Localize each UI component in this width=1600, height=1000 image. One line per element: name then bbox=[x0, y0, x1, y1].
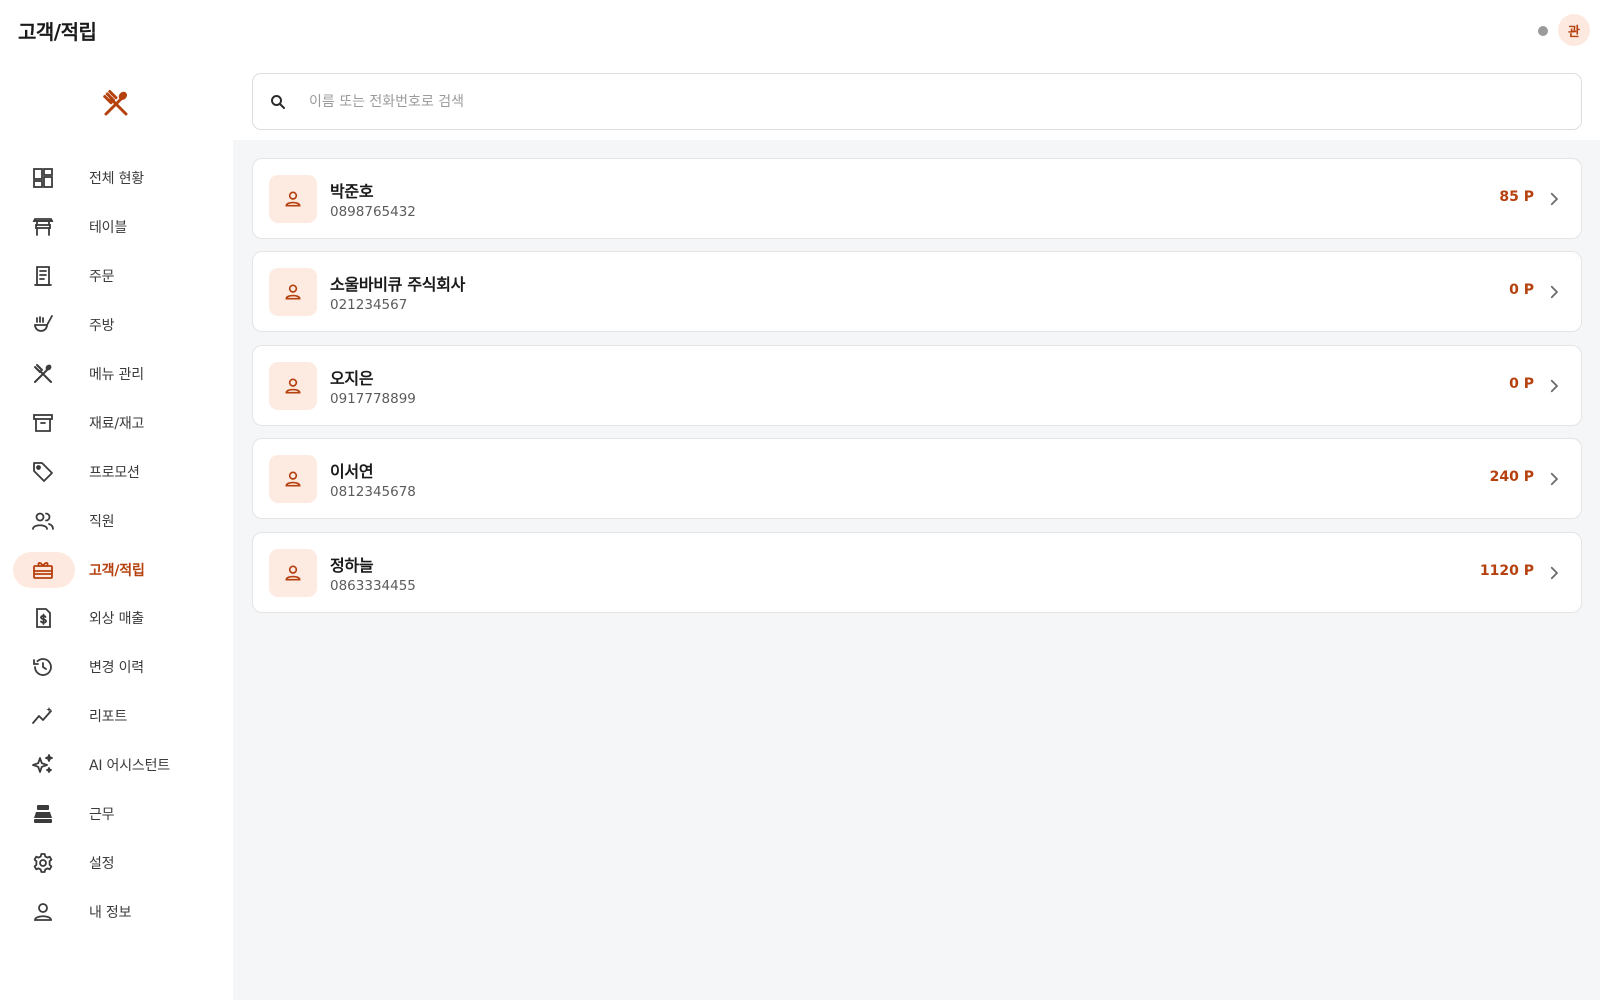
sidebar-item-label: 테이블 bbox=[89, 220, 128, 237]
sidebar-item-label: 외상 매출 bbox=[89, 611, 144, 628]
sidebar-item-shift[interactable]: 근무 bbox=[0, 790, 233, 839]
page-title: 고객/적립 bbox=[18, 20, 97, 44]
customer-card[interactable]: 오지은 0917778899 0 P bbox=[252, 344, 1582, 426]
sparkles-icon bbox=[32, 754, 53, 774]
sidebar-item-history[interactable]: 변경 이력 bbox=[0, 643, 233, 692]
sidebar-item-credit-sales[interactable]: 외상 매출 bbox=[0, 594, 233, 643]
sidebar-item-dashboard[interactable]: 전체 현황 bbox=[0, 154, 233, 203]
status-dot bbox=[1538, 26, 1548, 36]
sidebar-item-label: 직원 bbox=[89, 513, 115, 530]
trend-icon bbox=[32, 707, 52, 725]
customer-name: 소울바비큐 주식회사 bbox=[330, 275, 466, 295]
customer-name: 이서연 bbox=[330, 462, 374, 482]
sidebar-item-label: 설정 bbox=[89, 855, 115, 872]
sidebar-item-tables[interactable]: 테이블 bbox=[0, 203, 233, 252]
sidebar-item-label: 전체 현황 bbox=[89, 171, 144, 188]
sidebar: 전체 현황 테이블 주문 주방 메뉴 관리 재료/재고 프로모션 직원 고객/적… bbox=[0, 62, 233, 1000]
sidebar-item-label: 주문 bbox=[89, 269, 115, 286]
customer-avatar bbox=[269, 175, 317, 223]
customer-name: 오지은 bbox=[330, 368, 374, 388]
search-input[interactable] bbox=[309, 86, 1559, 118]
main-content: 박준호 0898765432 85 P 소울바비큐 주식회사 021234567… bbox=[233, 62, 1600, 1000]
customer-points: 240 P bbox=[1489, 469, 1534, 486]
customer-name: 박준호 bbox=[330, 182, 374, 201]
sidebar-item-label: 재료/재고 bbox=[89, 415, 145, 432]
search-area bbox=[233, 62, 1600, 140]
customer-card[interactable]: 박준호 0898765432 85 P bbox=[252, 158, 1582, 239]
cash-register-icon bbox=[34, 805, 52, 824]
sidebar-item-label: 메뉴 관리 bbox=[89, 367, 144, 383]
customer-phone: 0917778899 bbox=[330, 390, 416, 407]
dashboard-icon bbox=[33, 168, 53, 189]
sidebar-item-label: 고객/적립 bbox=[89, 562, 145, 579]
customer-card[interactable]: 정하늘 0863334455 1120 P bbox=[252, 531, 1582, 613]
customer-phone: 0812345678 bbox=[330, 484, 416, 501]
sidebar-item-my-info[interactable]: 내 정보 bbox=[0, 887, 233, 936]
invoice-dollar-icon bbox=[36, 608, 51, 629]
top-bar: 고객/적립 관 bbox=[0, 0, 1600, 62]
search-icon bbox=[271, 95, 285, 109]
customer-card[interactable]: 소울바비큐 주식회사 021234567 0 P bbox=[252, 251, 1582, 333]
customer-phone: 0863334455 bbox=[330, 577, 416, 594]
customer-points: 0 P bbox=[1509, 375, 1534, 392]
sidebar-item-label: 근무 bbox=[89, 807, 115, 824]
sidebar-item-inventory[interactable]: 재료/재고 bbox=[0, 398, 233, 447]
sidebar-item-report[interactable]: 리포트 bbox=[0, 692, 233, 741]
sidebar-item-orders[interactable]: 주문 bbox=[0, 252, 233, 301]
customer-card[interactable]: 이서연 0812345678 240 P bbox=[252, 438, 1582, 520]
sidebar-item-label: 변경 이력 bbox=[89, 660, 144, 677]
sidebar-item-customers[interactable]: 고객/적립 bbox=[0, 545, 233, 594]
sidebar-item-menu[interactable]: 메뉴 관리 bbox=[0, 350, 233, 399]
table-icon bbox=[32, 218, 54, 237]
kitchen-icon bbox=[34, 315, 53, 332]
loyalty-icon bbox=[33, 561, 53, 579]
chevron-right-icon bbox=[1550, 566, 1558, 579]
sidebar-item-label: AI 어시스턴트 bbox=[89, 758, 170, 775]
customer-points: 0 P bbox=[1509, 282, 1534, 299]
customer-points: 85 P bbox=[1499, 189, 1534, 205]
sidebar-item-ai-assistant[interactable]: AI 어시스턴트 bbox=[0, 741, 233, 790]
person-icon bbox=[285, 378, 301, 394]
customer-name: 정하늘 bbox=[330, 555, 374, 575]
sidebar-nav: 전체 현황 테이블 주문 주방 메뉴 관리 재료/재고 프로모션 직원 고객/적… bbox=[0, 154, 233, 936]
customer-phone: 0898765432 bbox=[330, 204, 416, 220]
utensils-logo-icon[interactable] bbox=[101, 89, 131, 119]
avatar[interactable]: 관 bbox=[1558, 14, 1590, 46]
customer-avatar bbox=[269, 361, 317, 410]
sidebar-item-kitchen[interactable]: 주방 bbox=[0, 301, 233, 350]
history-icon bbox=[33, 658, 52, 677]
people-icon bbox=[32, 512, 54, 530]
person-icon bbox=[285, 565, 301, 581]
chevron-right-icon bbox=[1550, 379, 1558, 392]
person-icon bbox=[285, 284, 301, 300]
sidebar-item-promotion[interactable]: 프로모션 bbox=[0, 447, 233, 496]
sidebar-item-settings[interactable]: 설정 bbox=[0, 838, 233, 887]
utensils-icon bbox=[34, 364, 52, 383]
sidebar-item-staff[interactable]: 직원 bbox=[0, 496, 233, 545]
sidebar-item-label: 내 정보 bbox=[89, 904, 132, 921]
tag-icon bbox=[33, 461, 53, 482]
customer-points: 1120 P bbox=[1479, 562, 1534, 579]
customer-avatar bbox=[269, 548, 317, 597]
sidebar-item-label: 리포트 bbox=[89, 709, 128, 726]
search-box[interactable] bbox=[252, 73, 1582, 130]
customer-avatar bbox=[269, 268, 317, 317]
person-icon bbox=[285, 471, 301, 487]
archive-icon bbox=[33, 413, 53, 432]
sidebar-item-label: 주방 bbox=[89, 318, 115, 335]
chevron-right-icon bbox=[1550, 286, 1558, 299]
customer-list: 박준호 0898765432 85 P 소울바비큐 주식회사 021234567… bbox=[252, 158, 1582, 625]
person-icon bbox=[285, 191, 301, 207]
customer-phone: 021234567 bbox=[330, 297, 408, 314]
customer-avatar bbox=[269, 455, 317, 504]
receipt-icon bbox=[34, 266, 52, 287]
chevron-right-icon bbox=[1550, 192, 1558, 206]
person-icon bbox=[34, 902, 52, 921]
chevron-right-icon bbox=[1550, 473, 1558, 486]
sidebar-item-label: 프로모션 bbox=[89, 464, 140, 481]
gear-icon bbox=[33, 853, 53, 873]
